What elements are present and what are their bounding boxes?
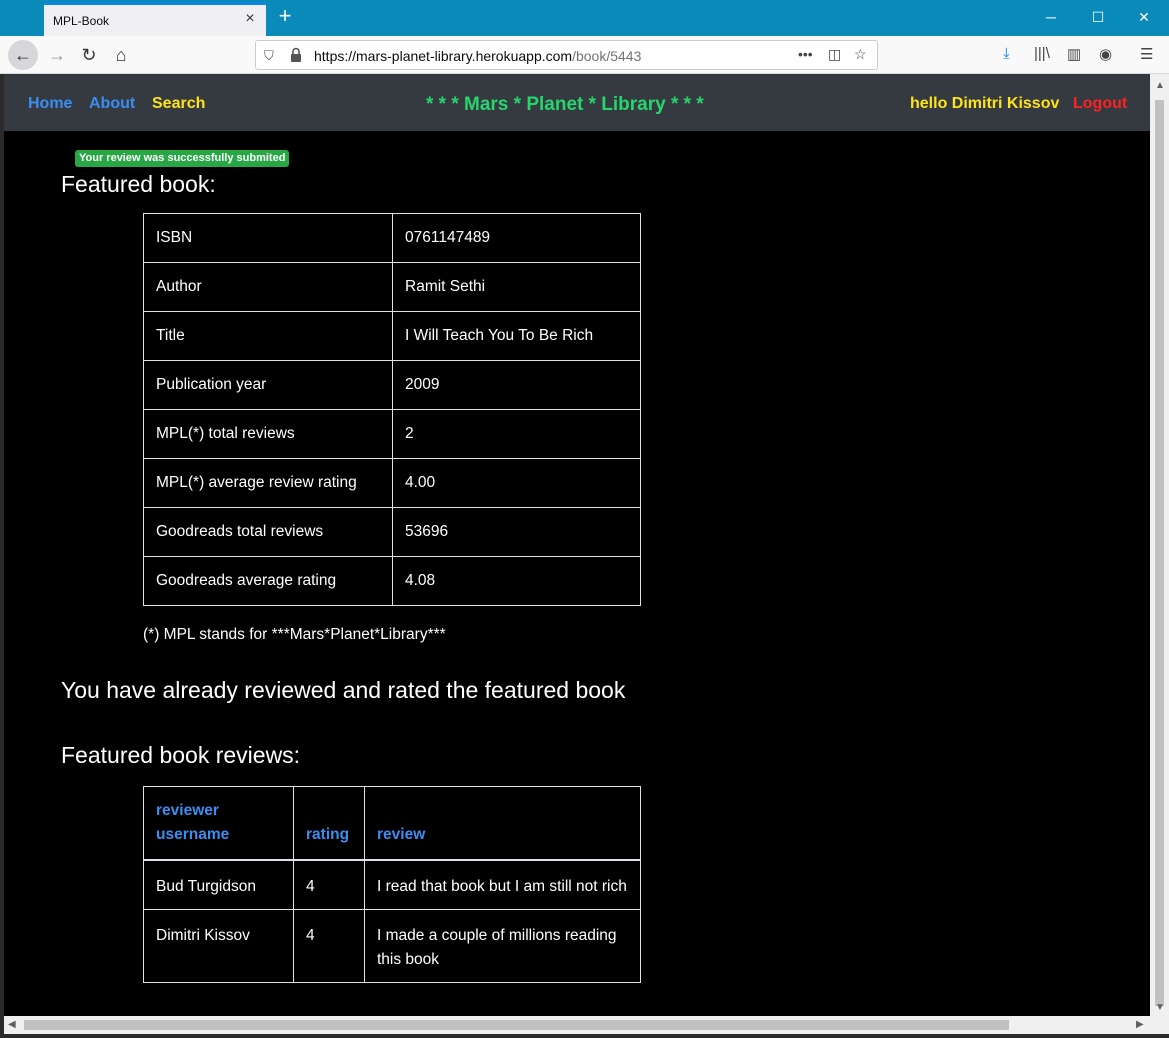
book-detail-row: MPL(*) total reviews 2 — [143, 409, 641, 459]
review-rating: 4 — [293, 859, 365, 910]
nav-search-link[interactable]: Search — [152, 95, 205, 113]
tracking-shield-icon[interactable]: ⛉ — [264, 48, 274, 64]
book-detail-label: Goodreads average rating — [143, 556, 393, 606]
already-reviewed-message: You have already reviewed and rated the … — [61, 677, 626, 703]
col-header-rating: rating — [293, 786, 365, 861]
pocket-icon[interactable]: ◫ — [828, 46, 841, 63]
mpl-footnote: (*) MPL stands for ***Mars*Planet*Librar… — [143, 626, 446, 643]
window-close-icon[interactable]: ✕ — [1136, 8, 1152, 26]
back-arrow-icon[interactable]: ← — [8, 40, 38, 70]
featured-book-heading: Featured book: — [61, 171, 216, 197]
vertical-scrollbar[interactable]: ▲ ▼ — [1150, 74, 1169, 1016]
review-row: Dimitri Kissov 4 I made a couple of millio… — [143, 909, 641, 983]
col-header-review: review — [364, 786, 641, 861]
logout-link[interactable]: Logout — [1073, 95, 1127, 113]
book-detail-row: Title I Will Teach You To Be Rich — [143, 311, 641, 361]
sidebar-icon[interactable]: ▥ — [1067, 45, 1081, 63]
lock-icon[interactable] — [290, 47, 302, 63]
book-detail-value: 2009 — [392, 360, 641, 410]
book-detail-label: MPL(*) average review rating — [143, 458, 393, 508]
bookmark-star-icon[interactable]: ☆ — [854, 46, 867, 63]
site-brand[interactable]: * * * Mars * Planet * Library * * * — [426, 94, 704, 116]
book-detail-value: 4.08 — [392, 556, 641, 606]
book-detail-label: Publication year — [143, 360, 393, 410]
scroll-down-icon[interactable]: ▼ — [1155, 1002, 1165, 1013]
book-detail-row: MPL(*) average review rating 4.00 — [143, 458, 641, 508]
book-detail-label: Title — [143, 311, 393, 361]
book-detail-value: 53696 — [392, 507, 641, 557]
tab-title: MPL-Book — [53, 13, 110, 28]
book-detail-row: Publication year 2009 — [143, 360, 641, 410]
close-tab-icon[interactable]: × — [242, 11, 258, 27]
scroll-right-icon[interactable]: ▶ — [1136, 1019, 1144, 1030]
user-greeting: hello Dimitri Kissov — [910, 95, 1060, 112]
book-details-table: ISBN 0761147489 Author Ramit Sethi Title I Wi… — [143, 213, 641, 606]
success-flash-badge: Your review was successfully submited — [75, 150, 290, 167]
book-detail-value: 0761147489 — [392, 213, 641, 263]
book-detail-row: Goodreads average rating 4.08 — [143, 556, 641, 606]
home-icon[interactable]: ⌂ — [106, 40, 136, 70]
vertical-scroll-thumb[interactable] — [1155, 100, 1164, 1006]
book-detail-value: 2 — [392, 409, 641, 459]
scrollbar-corner — [1150, 1016, 1169, 1034]
account-icon[interactable]: ◉ — [1099, 45, 1112, 63]
horizontal-scroll-thumb[interactable] — [24, 1020, 1009, 1030]
book-detail-label: Author — [143, 262, 393, 312]
new-tab-icon[interactable]: + — [276, 5, 294, 27]
nav-home-link[interactable]: Home — [28, 95, 72, 113]
browser-toolbar: ← → ↻ ⌂ ⛉ https://mars-planet-library.he… — [0, 36, 1169, 74]
scroll-left-icon[interactable]: ◀ — [8, 1019, 16, 1030]
address-bar[interactable]: ⛉ https://mars-planet-library.herokuapp.… — [255, 40, 878, 70]
browser-tab[interactable]: MPL-Book × — [44, 3, 266, 36]
url-text: https://mars-planet-library.herokuapp.co… — [314, 48, 642, 64]
review-text: I made a couple of millions reading this… — [364, 909, 641, 983]
page-viewport: Home About Search * * * Mars * Planet * … — [4, 74, 1150, 1016]
book-detail-label: Goodreads total reviews — [143, 507, 393, 557]
downloads-icon[interactable]: ⤓ — [1003, 45, 1010, 62]
book-detail-label: MPL(*) total reviews — [143, 409, 393, 459]
menu-icon[interactable]: ☰ — [1140, 45, 1153, 63]
nav-about-link[interactable]: About — [89, 95, 135, 113]
page-actions-icon[interactable]: ••• — [798, 46, 813, 62]
book-detail-row: Author Ramit Sethi — [143, 262, 641, 312]
reviews-header-row: reviewer username rating review — [143, 786, 641, 861]
book-detail-value: 4.00 — [392, 458, 641, 508]
book-detail-value: Ramit Sethi — [392, 262, 641, 312]
reviews-heading: Featured book reviews: — [61, 742, 301, 768]
window-titlebar: MPL-Book × + ─ ☐ ✕ — [0, 0, 1169, 36]
book-detail-value: I Will Teach You To Be Rich — [392, 311, 641, 361]
review-username: Bud Turgidson — [143, 859, 294, 910]
site-navbar: Home About Search * * * Mars * Planet * … — [4, 74, 1150, 131]
horizontal-scrollbar[interactable]: ◀ ▶ — [4, 1016, 1150, 1034]
review-text: I read that book but I am still not rich — [364, 859, 641, 910]
library-icon[interactable]: |||\ — [1034, 45, 1050, 62]
scroll-up-icon[interactable]: ▲ — [1155, 80, 1165, 91]
review-username: Dimitri Kissov — [143, 909, 294, 983]
review-rating: 4 — [293, 909, 365, 983]
book-detail-label: ISBN — [143, 213, 393, 263]
minimize-icon[interactable]: ─ — [1043, 8, 1059, 26]
maximize-icon[interactable]: ☐ — [1090, 8, 1106, 26]
reviews-table: reviewer username rating review Bud Turg… — [143, 786, 641, 983]
reload-icon[interactable]: ↻ — [74, 40, 104, 70]
forward-arrow-icon[interactable]: → — [42, 40, 72, 70]
review-row: Bud Turgidson 4 I read that book but I am … — [143, 859, 641, 910]
book-detail-row: Goodreads total reviews 53696 — [143, 507, 641, 557]
window-bottom-edge — [0, 1034, 1169, 1038]
book-detail-row: ISBN 0761147489 — [143, 213, 641, 263]
col-header-reviewer: reviewer username — [143, 786, 294, 861]
